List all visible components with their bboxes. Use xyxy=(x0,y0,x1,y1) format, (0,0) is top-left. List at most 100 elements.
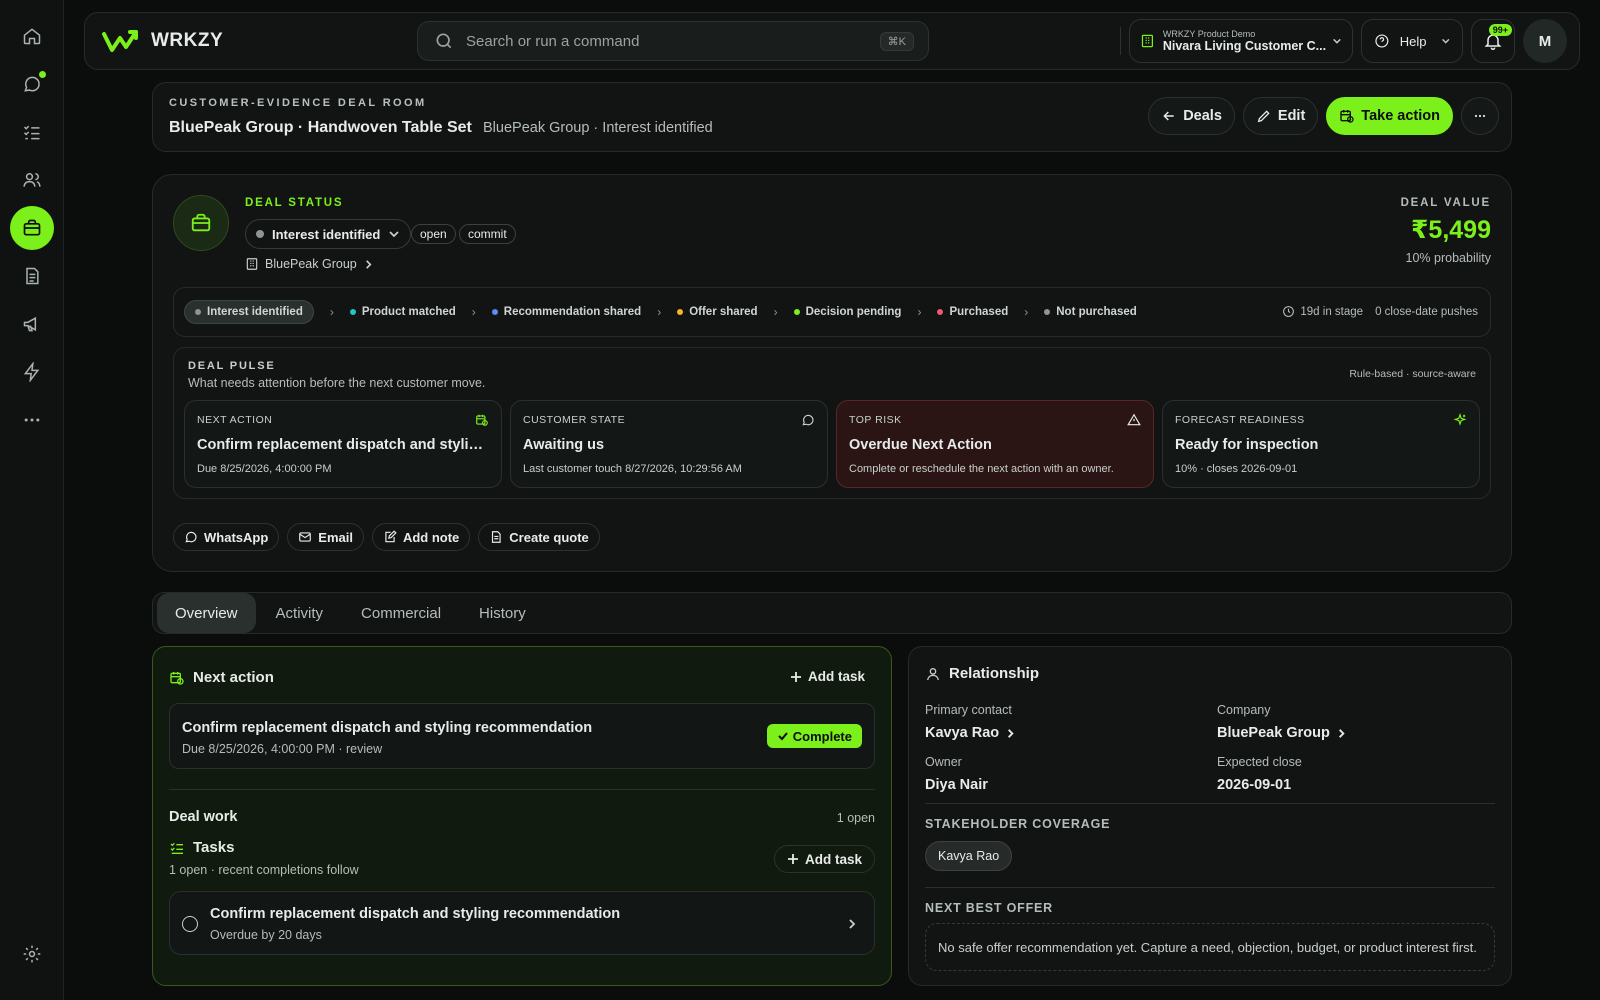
tab-commercial[interactable]: Commercial xyxy=(343,593,459,633)
add-task-button[interactable]: Add task xyxy=(790,669,865,684)
primary-contact-link[interactable]: Kavya Rao xyxy=(925,725,1016,741)
help-label: Help xyxy=(1399,33,1427,49)
stage-label: Offer shared xyxy=(689,306,758,318)
add-note-button[interactable]: Add note xyxy=(371,523,471,551)
company-label: Company xyxy=(1217,703,1271,717)
document-icon xyxy=(492,531,501,543)
stage-not-purchased[interactable]: Not purchased xyxy=(1044,306,1137,318)
take-action-button[interactable]: Take action xyxy=(1326,97,1453,135)
lightning-icon xyxy=(23,362,39,382)
stage-dot xyxy=(349,309,356,315)
arrow-left-icon xyxy=(1163,111,1174,121)
expected-close-label: Expected close xyxy=(1217,755,1302,769)
checklist-icon xyxy=(23,125,39,140)
sidebar-item-messages[interactable] xyxy=(10,62,54,106)
divider xyxy=(925,803,1495,804)
pulse-card-label: FORECAST READINESS xyxy=(1175,414,1305,426)
command-search[interactable]: Search or run a command ⌘K xyxy=(417,21,929,61)
next-best-offer-label: NEXT BEST OFFER xyxy=(925,901,1053,915)
company-name: BluePeak Group xyxy=(1217,725,1330,741)
add-task-label: Add task xyxy=(804,851,862,867)
edit-button[interactable]: Edit xyxy=(1242,97,1319,135)
sidebar-item-more[interactable] xyxy=(10,398,54,442)
sidebar-item-campaigns[interactable] xyxy=(10,302,54,346)
pulse-card-next-action[interactable]: NEXT ACTION Confirm replacement dispatch… xyxy=(184,400,502,488)
pulse-card-title: Overdue Next Action xyxy=(849,437,992,453)
brand[interactable]: WRKZY xyxy=(101,28,401,54)
tab-history[interactable]: History xyxy=(461,593,544,633)
stakeholder-coverage-label: STAKEHOLDER COVERAGE xyxy=(925,817,1111,831)
pulse-card-label: TOP RISK xyxy=(849,414,902,426)
task-title: Confirm replacement dispatch and styling… xyxy=(210,906,621,922)
expected-close-value: 2026-09-01 xyxy=(1217,777,1292,793)
calendar-clock-icon xyxy=(1340,110,1354,123)
task-row[interactable]: Confirm replacement dispatch and styling… xyxy=(169,891,875,955)
sidebar-item-settings[interactable] xyxy=(10,932,54,976)
add-task-label: Add task xyxy=(807,669,865,684)
stage-purchased[interactable]: Purchased xyxy=(937,306,1008,318)
company-link[interactable]: BluePeak Group xyxy=(245,257,374,271)
stage-decision-pending[interactable]: Decision pending xyxy=(793,306,901,318)
next-action-item[interactable]: Confirm replacement dispatch and styling… xyxy=(169,703,875,769)
stage-select[interactable]: Interest identified xyxy=(245,219,412,249)
pulse-card-customer-state[interactable]: CUSTOMER STATE Awaiting us Last customer… xyxy=(510,400,828,488)
page-eyebrow: CUSTOMER-EVIDENCE DEAL ROOM xyxy=(169,97,427,109)
help-button[interactable]: Help xyxy=(1361,19,1463,63)
pulse-card-forecast-readiness[interactable]: FORECAST READINESS Ready for inspection … xyxy=(1162,400,1480,488)
stage-recommendation-shared[interactable]: Recommendation shared xyxy=(491,306,642,318)
notifications-badge: 99+ xyxy=(1488,24,1512,36)
chevron-right-icon xyxy=(365,259,372,269)
tasks-subtitle: 1 open · recent completions follow xyxy=(169,863,359,877)
notifications-button[interactable]: 99+ xyxy=(1471,19,1515,63)
create-quote-button[interactable]: Create quote xyxy=(478,523,600,551)
divider xyxy=(925,887,1495,888)
stakeholder-chip[interactable]: Kavya Rao xyxy=(925,841,1013,871)
create-quote-label: Create quote xyxy=(509,529,589,545)
chevron-down-icon xyxy=(389,231,399,238)
next-action-item-due: Due 8/25/2026, 4:00:00 PM · review xyxy=(182,742,383,756)
company-link[interactable]: BluePeak Group xyxy=(1217,725,1347,741)
tab-activity[interactable]: Activity xyxy=(258,593,342,633)
chevron-right-icon: › xyxy=(1024,305,1029,319)
stage-dot xyxy=(677,309,684,315)
sidebar-item-automations[interactable] xyxy=(10,350,54,394)
next-best-offer-empty: No safe offer recommendation yet. Captur… xyxy=(925,923,1495,971)
sidebar-item-documents[interactable] xyxy=(10,254,54,298)
sidebar-item-deals[interactable] xyxy=(9,206,54,250)
chevron-right-icon: › xyxy=(917,305,922,319)
quick-actions: WhatsApp Email Add note Create quote xyxy=(173,523,608,551)
workspace-org: WRKZY Product Demo xyxy=(1162,29,1256,39)
add-task-button-secondary[interactable]: Add task xyxy=(773,845,875,873)
edit-label: Edit xyxy=(1277,108,1306,124)
stage-interest-identified[interactable]: Interest identified xyxy=(184,300,314,324)
pulse-card-top-risk[interactable]: TOP RISK Overdue Next Action Complete or… xyxy=(836,400,1154,488)
clock-icon xyxy=(1283,306,1295,317)
header-actions: Deals Edit Take action xyxy=(1140,97,1499,135)
deal-probability: 10% probability xyxy=(1405,251,1491,265)
whatsapp-button[interactable]: WhatsApp xyxy=(173,523,280,551)
more-actions-button[interactable] xyxy=(1461,97,1499,135)
stage-meta: 19d in stage 0 close-date pushes xyxy=(1282,305,1478,318)
back-to-deals-button[interactable]: Deals xyxy=(1148,97,1235,135)
deal-work-count: 1 open xyxy=(836,811,875,825)
stage-product-matched[interactable]: Product matched xyxy=(349,306,456,318)
brand-name: WRKZY xyxy=(151,30,224,51)
stage-label: Recommendation shared xyxy=(503,306,642,318)
tab-overview[interactable]: Overview xyxy=(157,593,256,633)
task-checkbox[interactable] xyxy=(182,916,198,932)
stage-label: Product matched xyxy=(361,306,456,318)
owner-label: Owner xyxy=(925,755,962,769)
avatar[interactable]: M xyxy=(1523,19,1567,63)
document-icon xyxy=(25,267,39,285)
email-button[interactable]: Email xyxy=(287,523,364,551)
relationship-title: Relationship xyxy=(949,665,1040,682)
sidebar-item-home[interactable] xyxy=(10,14,54,58)
sidebar-item-tasks[interactable] xyxy=(10,110,54,154)
workspace-switcher[interactable]: WRKZY Product Demo Nivara Living Custome… xyxy=(1129,19,1353,63)
warning-icon xyxy=(1127,413,1141,426)
complete-button[interactable]: Complete xyxy=(766,724,862,748)
stage-offer-shared[interactable]: Offer shared xyxy=(677,306,758,318)
building-icon xyxy=(1141,34,1154,48)
chevron-right-icon xyxy=(1338,728,1345,738)
sidebar-item-contacts[interactable] xyxy=(10,158,54,202)
